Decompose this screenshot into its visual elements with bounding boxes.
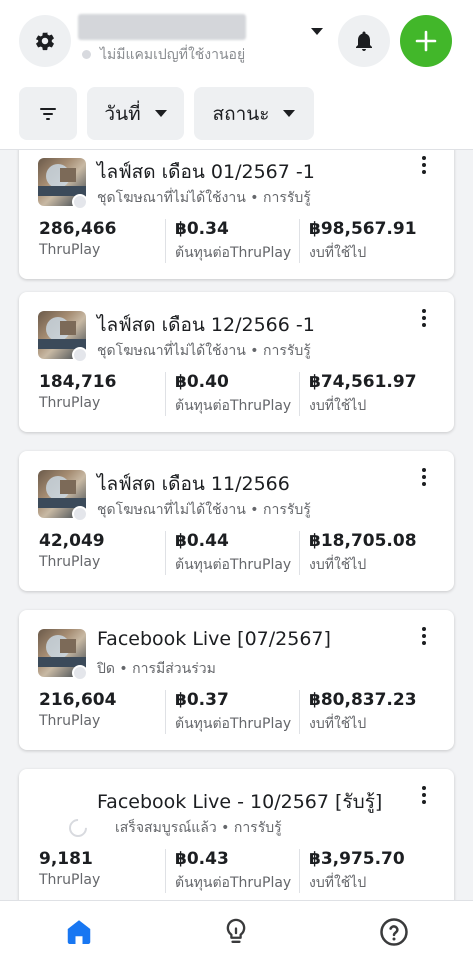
campaign-list: ไลฟ์สด เดือน 01/2567 -1 ชุดโฆษณาที่ไม่ได… — [0, 150, 473, 900]
campaign-subtitle: ปิด • การมีส่วนร่วม — [97, 661, 216, 677]
spend-metric: ฿98,567.91 งบที่ใช้ไป — [299, 219, 417, 263]
status-filter-dropdown[interactable]: สถานะ — [194, 87, 314, 140]
campaign-title: ไลฟ์สด เดือน 12/2566 -1 — [97, 314, 315, 336]
more-options-icon[interactable] — [416, 624, 432, 648]
spend-label: งบที่ใช้ไป — [309, 557, 367, 573]
results-label: ThruPlay — [39, 554, 101, 570]
campaign-subtitle: ชุดโฆษณาที่ไม่ได้ใช้งาน • การรับรู้ — [97, 190, 311, 206]
results-metric: 9,181 ThruPlay — [39, 849, 100, 893]
campaign-subtitle: ชุดโฆษณาที่ไม่ได้ใช้งาน • การรับรู้ — [97, 502, 311, 518]
cost-value: ฿0.37 — [175, 690, 229, 710]
more-options-icon[interactable] — [416, 783, 432, 807]
notifications-button[interactable] — [338, 15, 390, 67]
bottom-navigation — [0, 900, 473, 960]
spend-value: ฿98,567.91 — [309, 219, 417, 239]
more-options-icon[interactable] — [416, 465, 432, 489]
gear-icon — [36, 32, 54, 51]
results-value: 9,181 — [39, 849, 93, 869]
campaign-card[interactable]: Facebook Live - 10/2567 [รับรู้] เสร็จสม… — [19, 769, 454, 900]
account-switcher-caret-icon[interactable] — [311, 28, 323, 35]
cost-value: ฿0.40 — [175, 372, 229, 392]
nav-recommendations[interactable] — [219, 915, 253, 949]
campaign-title: ไลฟ์สด เดือน 11/2566 — [97, 473, 290, 495]
campaign-title: ไลฟ์สด เดือน 01/2567 -1 — [97, 161, 315, 183]
cost-metric: ฿0.44 ต้นทุนต่อThruPlay — [165, 531, 291, 575]
cost-value: ฿0.44 — [175, 531, 229, 551]
spend-label: งบที่ใช้ไป — [309, 245, 367, 261]
results-value: 184,716 — [39, 372, 117, 392]
campaign-title: Facebook Live - 10/2567 [รับรู้] — [97, 791, 383, 813]
more-options-icon[interactable] — [416, 153, 432, 177]
results-label: ThruPlay — [39, 713, 101, 729]
cost-metric: ฿0.34 ต้นทุนต่อThruPlay — [165, 219, 291, 263]
results-label: ThruPlay — [39, 395, 101, 411]
plus-icon — [415, 30, 437, 52]
campaign-card[interactable]: ไลฟ์สด เดือน 11/2566 ชุดโฆษณาที่ไม่ได้ใช… — [19, 451, 454, 591]
more-options-icon[interactable] — [416, 306, 432, 330]
spend-value: ฿80,837.23 — [309, 690, 417, 710]
cost-label: ต้นทุนต่อThruPlay — [175, 875, 292, 891]
spend-value: ฿3,975.70 — [309, 849, 405, 869]
cost-value: ฿0.43 — [175, 849, 229, 869]
home-icon — [67, 920, 91, 944]
spend-metric: ฿3,975.70 งบที่ใช้ไป — [299, 849, 405, 893]
cost-value: ฿0.34 — [175, 219, 229, 239]
cost-metric: ฿0.37 ต้นทุนต่อThruPlay — [165, 690, 291, 734]
results-metric: 216,604 ThruPlay — [39, 690, 116, 734]
nav-home[interactable] — [62, 915, 96, 949]
cost-label: ต้นทุนต่อThruPlay — [175, 557, 292, 573]
campaign-subtitle: ชุดโฆษณาที่ไม่ได้ใช้งาน • การรับรู้ — [97, 343, 311, 359]
results-metric: 184,716 ThruPlay — [39, 372, 116, 416]
bell-icon — [356, 31, 372, 51]
chevron-down-icon — [154, 110, 167, 117]
results-value: 286,466 — [39, 219, 117, 239]
cost-metric: ฿0.40 ต้นทุนต่อThruPlay — [165, 372, 291, 416]
campaign-card[interactable]: ไลฟ์สด เดือน 01/2567 -1 ชุดโฆษณาที่ไม่ได… — [19, 150, 454, 279]
spend-metric: ฿74,561.97 งบที่ใช้ไป — [299, 372, 417, 416]
spend-metric: ฿18,705.08 งบที่ใช้ไป — [299, 531, 417, 575]
top-bar: ไม่มีแคมเปญที่ใช้งานอยู่ วันที่ สถานะ — [0, 0, 473, 150]
lightbulb-icon — [226, 918, 246, 943]
campaign-card[interactable]: ไลฟ์สด เดือน 12/2566 -1 ชุดโฆษณาที่ไม่ได… — [19, 292, 454, 432]
inactive-status-dot — [72, 665, 88, 681]
cost-label: ต้นทุนต่อThruPlay — [175, 398, 292, 414]
results-label: ThruPlay — [39, 242, 101, 258]
campaign-title: Facebook Live [07/2567] — [97, 628, 331, 650]
spend-label: งบที่ใช้ไป — [309, 716, 367, 732]
cost-label: ต้นทุนต่อThruPlay — [175, 716, 292, 732]
inactive-status-dot — [72, 347, 88, 363]
settings-button[interactable] — [19, 15, 71, 67]
results-value: 42,049 — [39, 531, 105, 551]
results-metric: 42,049 ThruPlay — [39, 531, 105, 575]
nav-help[interactable] — [377, 915, 411, 949]
results-value: 216,604 — [39, 690, 117, 710]
results-metric: 286,466 ThruPlay — [39, 219, 116, 263]
create-campaign-button[interactable] — [400, 15, 452, 67]
status-filter-label: สถานะ — [212, 102, 270, 125]
account-name-redacted[interactable] — [78, 14, 246, 40]
campaign-card[interactable]: Facebook Live [07/2567] ปิด • การมีส่วนร… — [19, 610, 454, 750]
account-status-text: ไม่มีแคมเปญที่ใช้งานอยู่ — [100, 47, 246, 63]
campaign-subtitle: เสร็จสมบูรณ์แล้ว • การรับรู้ — [115, 820, 282, 836]
spend-label: งบที่ใช้ไป — [309, 875, 367, 891]
spend-value: ฿18,705.08 — [309, 531, 417, 551]
filter-icon — [40, 107, 56, 120]
cost-metric: ฿0.43 ต้นทุนต่อThruPlay — [165, 849, 291, 893]
date-filter-dropdown[interactable]: วันที่ — [87, 87, 184, 140]
spend-value: ฿74,561.97 — [309, 372, 417, 392]
help-icon — [380, 918, 408, 946]
spend-metric: ฿80,837.23 งบที่ใช้ไป — [299, 690, 417, 734]
spend-label: งบที่ใช้ไป — [309, 398, 367, 414]
account-status-dot — [82, 50, 91, 59]
chevron-down-icon — [283, 110, 296, 117]
inactive-status-dot — [72, 194, 88, 210]
inactive-status-dot — [72, 506, 88, 522]
date-filter-label: วันที่ — [104, 102, 141, 125]
cost-label: ต้นทุนต่อThruPlay — [175, 245, 292, 261]
filter-button[interactable] — [19, 87, 77, 140]
results-label: ThruPlay — [39, 872, 101, 888]
